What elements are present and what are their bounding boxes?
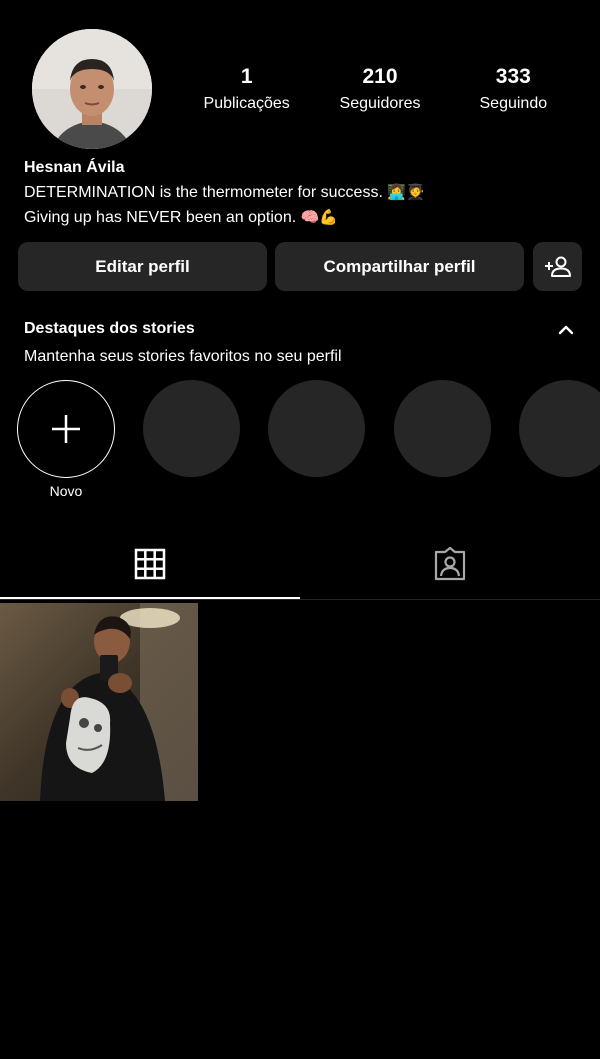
bio-line-2: Giving up has NEVER been an option. 🧠💪 [24, 205, 584, 230]
followers-count: 210 [362, 65, 398, 88]
plus-icon [52, 415, 80, 443]
new-highlight-button[interactable] [17, 380, 115, 478]
tab-posts-grid[interactable] [0, 530, 300, 599]
followers-label: Seguidores [339, 95, 421, 112]
following-label: Seguindo [479, 95, 548, 112]
profile-name: Hesnan Ávila [24, 159, 125, 176]
posts-label: Publicações [203, 95, 290, 112]
add-person-icon [544, 256, 571, 277]
share-profile-button[interactable]: Compartilhar perfil [275, 242, 524, 291]
bio-line-1: DETERMINATION is the thermometer for suc… [24, 180, 584, 205]
profile-tabs [0, 530, 600, 600]
grid-icon [134, 548, 166, 580]
highlights-subtitle: Mantenha seus stories favoritos no seu p… [24, 348, 342, 365]
mirror-selfie-photo [0, 603, 198, 801]
stat-following[interactable]: 333 Seguindo [447, 64, 580, 115]
post-thumbnail[interactable] [0, 603, 198, 801]
tagged-icon [434, 547, 466, 581]
new-highlight-label: Novo [49, 483, 83, 499]
tab-tagged[interactable] [300, 530, 600, 598]
profile-stats: 1 Publicações 210 Seguidores 333 Seguind… [180, 64, 580, 115]
highlight-placeholder[interactable] [519, 380, 600, 477]
highlight-placeholder[interactable] [143, 380, 240, 477]
discover-people-button[interactable] [533, 242, 582, 291]
bio-line-2-text: Giving up has NEVER been an option. [24, 209, 297, 226]
bio-line-1-text: DETERMINATION is the thermometer for suc… [24, 184, 383, 201]
profile-bio: Hesnan Ávila DETERMINATION is the thermo… [24, 156, 584, 230]
highlight-placeholder[interactable] [394, 380, 491, 477]
edit-profile-button[interactable]: Editar perfil [18, 242, 267, 291]
active-tab-indicator [0, 597, 300, 599]
stat-posts[interactable]: 1 Publicações [180, 64, 313, 115]
avatar-photo [32, 29, 152, 149]
following-count: 333 [495, 65, 531, 88]
highlights-title: Destaques dos stories [24, 320, 195, 337]
posts-count: 1 [240, 65, 253, 88]
chevron-up-icon[interactable] [556, 320, 576, 340]
bio-line-2-emoji: 🧠💪 [300, 208, 338, 226]
profile-avatar[interactable] [32, 29, 152, 149]
stat-followers[interactable]: 210 Seguidores [313, 64, 446, 115]
bio-line-1-emoji: 👩‍💻🧑‍🎓 [387, 183, 425, 201]
highlight-placeholder[interactable] [268, 380, 365, 477]
